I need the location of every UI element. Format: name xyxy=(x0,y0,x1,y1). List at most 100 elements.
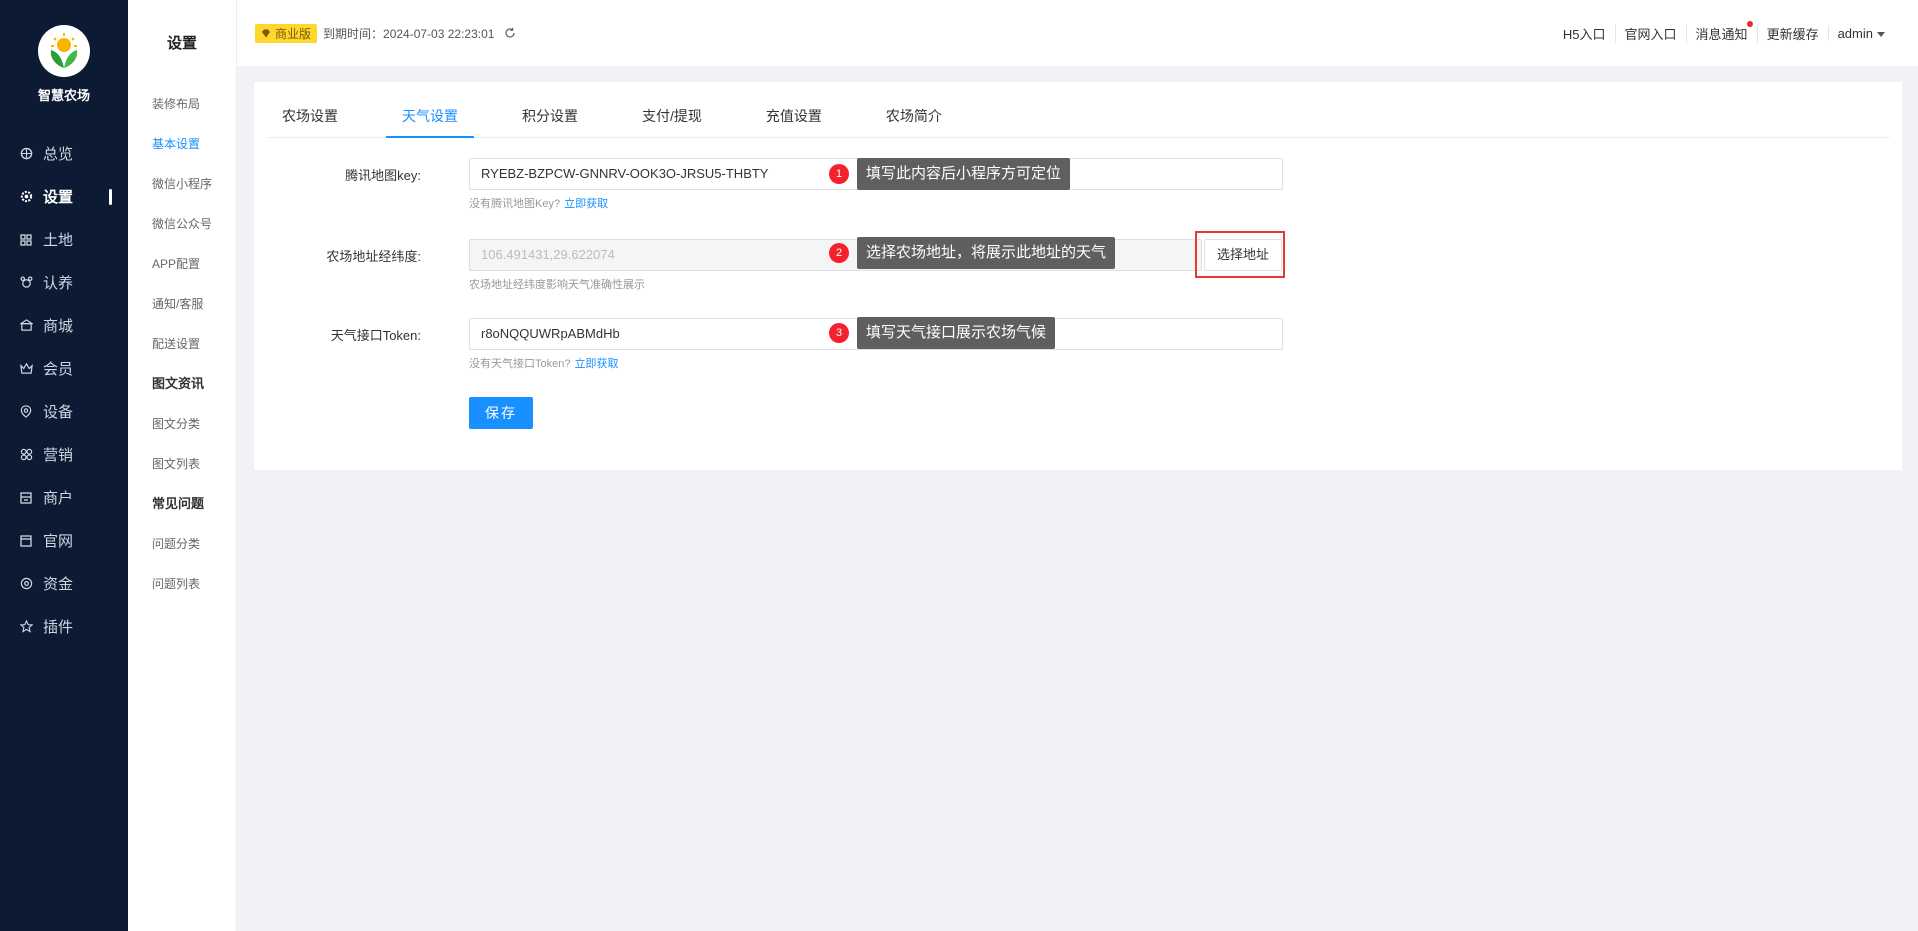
subnav-item-article-list[interactable]: 图文列表 xyxy=(128,444,236,484)
subnav-item-official-account[interactable]: 微信公众号 xyxy=(128,204,236,244)
subnav-title: 设置 xyxy=(166,34,197,52)
refresh-cache-link[interactable]: 更新缓存 xyxy=(1756,23,1828,43)
callout-number: 1 xyxy=(829,164,849,184)
website-entry-link[interactable]: 官网入口 xyxy=(1614,23,1686,43)
nav-item-website[interactable]: 官网 xyxy=(0,519,128,562)
subnav-item-faq-list[interactable]: 问题列表 xyxy=(128,564,236,604)
subnav-item-decoration[interactable]: 装修布局 xyxy=(128,84,236,124)
nav-item-settings[interactable]: 设置 xyxy=(0,175,128,218)
nav-item-overview[interactable]: 总览 xyxy=(0,132,128,175)
nav-label: 总览 xyxy=(43,146,74,163)
subnav-item-app[interactable]: APP配置 xyxy=(128,244,236,284)
nav-item-merchant[interactable]: 商户 xyxy=(0,476,128,519)
token-hint-text: 没有天气接口Token? xyxy=(469,358,571,370)
nav-item-member[interactable]: 会员 xyxy=(0,347,128,390)
nav-item-adopt[interactable]: 认养 xyxy=(0,261,128,304)
nav-label: 营销 xyxy=(43,447,74,464)
star-icon xyxy=(18,619,34,635)
device-icon xyxy=(18,404,34,420)
settings-subnav: 设置 装修布局 基本设置 微信小程序 微信公众号 APP配置 通知/客服 配送设… xyxy=(128,0,237,931)
subnav-item-notify[interactable]: 通知/客服 xyxy=(128,284,236,324)
coords-hint: 农场地址经纬度影响天气准确性展示 xyxy=(469,279,645,291)
callout-3: 3 填写天气接口展示农场气候 xyxy=(829,317,1056,349)
h5-entry-link[interactable]: H5入口 xyxy=(1554,24,1615,43)
expire-time: 到期时间：2024-07-03 22:23:01 xyxy=(323,26,495,41)
callout-number: 3 xyxy=(829,323,849,343)
logo-icon xyxy=(38,24,90,77)
refresh-icon[interactable] xyxy=(504,27,516,39)
callout-2: 2 选择农场地址，将展示此地址的天气 xyxy=(829,237,1116,269)
tab-points[interactable]: 积分设置 xyxy=(506,82,594,138)
subnav-group-faq: 常见问题 xyxy=(152,496,205,511)
save-button[interactable]: 保存 xyxy=(469,397,533,429)
nav-item-plugin[interactable]: 插件 xyxy=(0,605,128,648)
nav-label: 插件 xyxy=(43,619,74,636)
nav-label: 设备 xyxy=(43,404,74,421)
settings-tabs: 农场设置 天气设置 积分设置 支付/提现 充值设置 农场简介 xyxy=(266,82,1890,138)
merchant-icon xyxy=(18,490,34,506)
map-key-hint-text: 没有腾讯地图Key? xyxy=(469,198,561,210)
user-menu[interactable]: admin xyxy=(1827,25,1894,41)
grid-icon xyxy=(18,232,34,248)
subnav-item-miniprogram[interactable]: 微信小程序 xyxy=(128,164,236,204)
nav-item-marketing[interactable]: 营销 xyxy=(0,433,128,476)
coords-label: 农场地址经纬度: xyxy=(326,249,421,264)
map-key-get-link[interactable]: 立即获取 xyxy=(564,198,608,210)
nav-label: 设置 xyxy=(43,189,74,206)
nav-item-shop[interactable]: 商城 xyxy=(0,304,128,347)
subnav-item-article-category[interactable]: 图文分类 xyxy=(128,404,236,444)
shop-icon xyxy=(18,318,34,334)
edition-label: 商业版 xyxy=(275,26,312,41)
subnav-item-delivery[interactable]: 配送设置 xyxy=(128,324,236,364)
edition-badge: 商业版 xyxy=(255,23,318,43)
main-nav: 总览 设置 土地 认养 商城 会员 设备 营销 商户 官网 资金 插件 xyxy=(0,132,128,648)
subnav-item-basic[interactable]: 基本设置 xyxy=(128,124,236,164)
tab-farm[interactable]: 农场设置 xyxy=(266,82,354,138)
nav-label: 商户 xyxy=(43,490,74,507)
callout-text: 填写此内容后小程序方可定位 xyxy=(857,158,1071,190)
caret-down-icon xyxy=(1877,31,1885,37)
callout-1: 1 填写此内容后小程序方可定位 xyxy=(829,158,1071,190)
callout-number: 2 xyxy=(829,243,849,263)
map-key-hint: 没有腾讯地图Key? 立即获取 xyxy=(469,195,608,211)
nav-label: 资金 xyxy=(43,576,74,593)
callout-text: 填写天气接口展示农场气候 xyxy=(857,317,1056,349)
tab-payment[interactable]: 支付/提现 xyxy=(626,82,718,138)
token-hint: 没有天气接口Token? 立即获取 xyxy=(469,355,618,371)
nav-item-land[interactable]: 土地 xyxy=(0,218,128,261)
nav-label: 会员 xyxy=(43,361,74,378)
tab-farm-intro[interactable]: 农场简介 xyxy=(870,82,958,138)
nav-label: 认养 xyxy=(43,275,74,292)
nav-label: 土地 xyxy=(43,232,74,249)
notifications-label: 消息通知 xyxy=(1695,26,1748,42)
highlight-box xyxy=(1195,231,1285,278)
token-label: 天气接口Token: xyxy=(330,328,421,343)
marketing-icon xyxy=(18,447,34,463)
map-key-label: 腾讯地图key: xyxy=(345,168,421,183)
token-get-link[interactable]: 立即获取 xyxy=(574,358,618,370)
notifications-link[interactable]: 消息通知 xyxy=(1685,20,1757,43)
adopt-icon xyxy=(18,275,34,291)
nav-label: 商城 xyxy=(43,318,74,335)
tab-recharge[interactable]: 充值设置 xyxy=(750,82,838,138)
subnav-group-articles: 图文资讯 xyxy=(152,376,205,391)
brand-logo[interactable]: 智慧农场 xyxy=(0,0,128,128)
subnav-item-faq-category[interactable]: 问题分类 xyxy=(128,524,236,564)
username: admin xyxy=(1837,25,1873,41)
nav-item-fund[interactable]: 资金 xyxy=(0,562,128,605)
nav-label: 官网 xyxy=(43,533,74,550)
website-icon xyxy=(18,533,34,549)
dashboard-icon xyxy=(18,146,34,162)
notification-dot xyxy=(1746,20,1753,27)
nav-item-device[interactable]: 设备 xyxy=(0,390,128,433)
top-header: 商业版 到期时间：2024-07-03 22:23:01 H5入口 官网入口 消… xyxy=(237,0,1918,66)
gear-icon xyxy=(18,189,34,205)
weather-settings-card: 农场设置 天气设置 积分设置 支付/提现 充值设置 农场简介 腾讯地图key: … xyxy=(254,82,1902,470)
main-sidebar: 智慧农场 总览 设置 土地 认养 商城 会员 设备 营销 商户 官网 资金 插件 xyxy=(0,0,128,931)
tab-weather[interactable]: 天气设置 xyxy=(386,82,474,138)
fund-icon xyxy=(18,576,34,592)
callout-text: 选择农场地址，将展示此地址的天气 xyxy=(857,237,1116,269)
diamond-icon xyxy=(261,29,271,38)
brand-name: 智慧农场 xyxy=(37,87,90,103)
member-icon xyxy=(18,361,34,377)
